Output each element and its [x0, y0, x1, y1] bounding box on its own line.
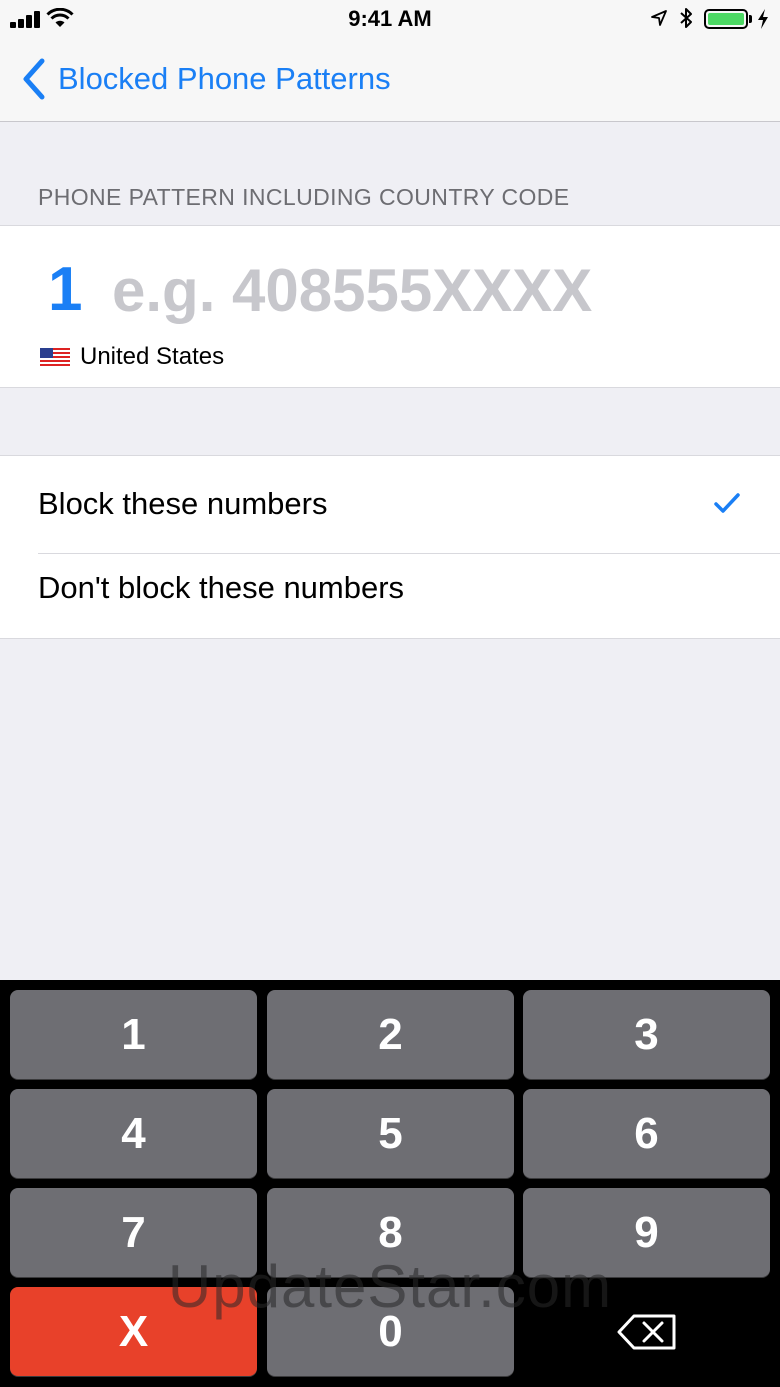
- key-7[interactable]: 7: [10, 1188, 257, 1277]
- key-5[interactable]: 5: [267, 1089, 514, 1178]
- backspace-icon: [617, 1314, 675, 1349]
- key-9[interactable]: 9: [523, 1188, 770, 1277]
- key-6[interactable]: 6: [523, 1089, 770, 1178]
- phone-pattern-cell: 1 United States: [0, 225, 780, 388]
- delete-key[interactable]: [523, 1287, 770, 1376]
- block-options-group: Block these numbers Don't block these nu…: [0, 455, 780, 639]
- country-code[interactable]: 1: [48, 254, 82, 325]
- option-block-numbers[interactable]: Block these numbers: [0, 456, 780, 546]
- option-label: Block these numbers: [38, 486, 328, 521]
- key-4[interactable]: 4: [10, 1089, 257, 1178]
- navigation-bar: Blocked Phone Patterns: [0, 40, 780, 122]
- key-1[interactable]: 1: [10, 990, 257, 1079]
- charging-bolt-icon: [758, 9, 768, 29]
- key-0[interactable]: 0: [267, 1287, 514, 1376]
- us-flag-icon: [40, 348, 70, 366]
- numeric-keypad: 1 2 3 4 5 6 7 8 9 X 0: [0, 980, 780, 1387]
- location-arrow-icon: [651, 10, 667, 26]
- option-dont-block-numbers[interactable]: Don't block these numbers: [0, 554, 780, 644]
- key-3[interactable]: 3: [523, 990, 770, 1079]
- back-button[interactable]: Blocked Phone Patterns: [20, 54, 391, 104]
- back-button-label: Blocked Phone Patterns: [58, 61, 391, 96]
- section-header: PHONE PATTERN INCLUDING COUNTRY CODE: [38, 184, 570, 210]
- checkmark-icon: [714, 493, 740, 513]
- clear-key[interactable]: X: [10, 1287, 257, 1376]
- country-name[interactable]: United States: [80, 343, 224, 371]
- option-label: Don't block these numbers: [38, 570, 405, 605]
- key-8[interactable]: 8: [267, 1188, 514, 1277]
- key-2[interactable]: 2: [267, 990, 514, 1079]
- phone-pattern-input[interactable]: [112, 252, 752, 328]
- status-bar: 9:41 AM: [0, 0, 780, 40]
- bluetooth-icon: [680, 8, 692, 28]
- battery-icon: [704, 9, 748, 29]
- chevron-left-icon: [23, 58, 45, 100]
